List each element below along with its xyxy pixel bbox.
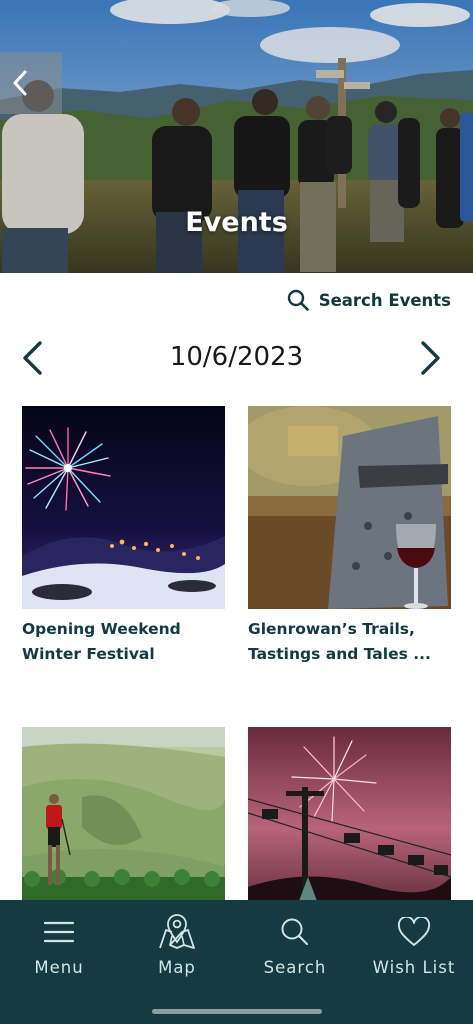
page-title: Events [185, 207, 288, 238]
hero-banner: Events [0, 0, 473, 273]
event-image [22, 406, 225, 609]
map-icon [159, 914, 195, 949]
menu-icon [43, 921, 75, 943]
search-events-button[interactable]: Search Events [287, 287, 451, 313]
date-navigator: 10/6/2023 [0, 338, 473, 378]
back-button[interactable] [0, 52, 62, 114]
next-date-button[interactable] [419, 340, 443, 376]
nav-wish-list-label: Wish List [372, 958, 456, 977]
search-icon [281, 918, 308, 945]
nav-wish-list[interactable]: Wish List [355, 912, 473, 982]
nav-map[interactable]: Map [118, 912, 236, 982]
event-card[interactable]: Glenrowan’s Trails, Tastings and Tales .… [248, 406, 451, 667]
nav-menu-label: Menu [34, 958, 84, 977]
bottom-navigation: Menu Map Search Wish List [0, 900, 473, 1024]
nav-menu[interactable]: Menu [0, 912, 118, 982]
event-card[interactable]: Opening Weekend Winter Festival [22, 406, 225, 667]
event-title: Glenrowan’s Trails, Tastings and Tales .… [248, 620, 431, 663]
chevron-left-icon [13, 70, 27, 96]
events-screen: Events Search Events 10/6/2023 Opening W… [0, 0, 473, 1024]
home-indicator[interactable] [152, 1009, 322, 1014]
nav-map-label: Map [158, 958, 196, 977]
heart-icon [397, 917, 431, 946]
nav-search-label: Search [263, 958, 327, 977]
event-title: Opening Weekend Winter Festival [22, 620, 181, 663]
current-date: 10/6/2023 [169, 342, 304, 372]
nav-search[interactable]: Search [236, 912, 354, 982]
search-icon [287, 289, 309, 311]
search-events-label: Search Events [318, 290, 451, 310]
event-image [248, 406, 451, 609]
